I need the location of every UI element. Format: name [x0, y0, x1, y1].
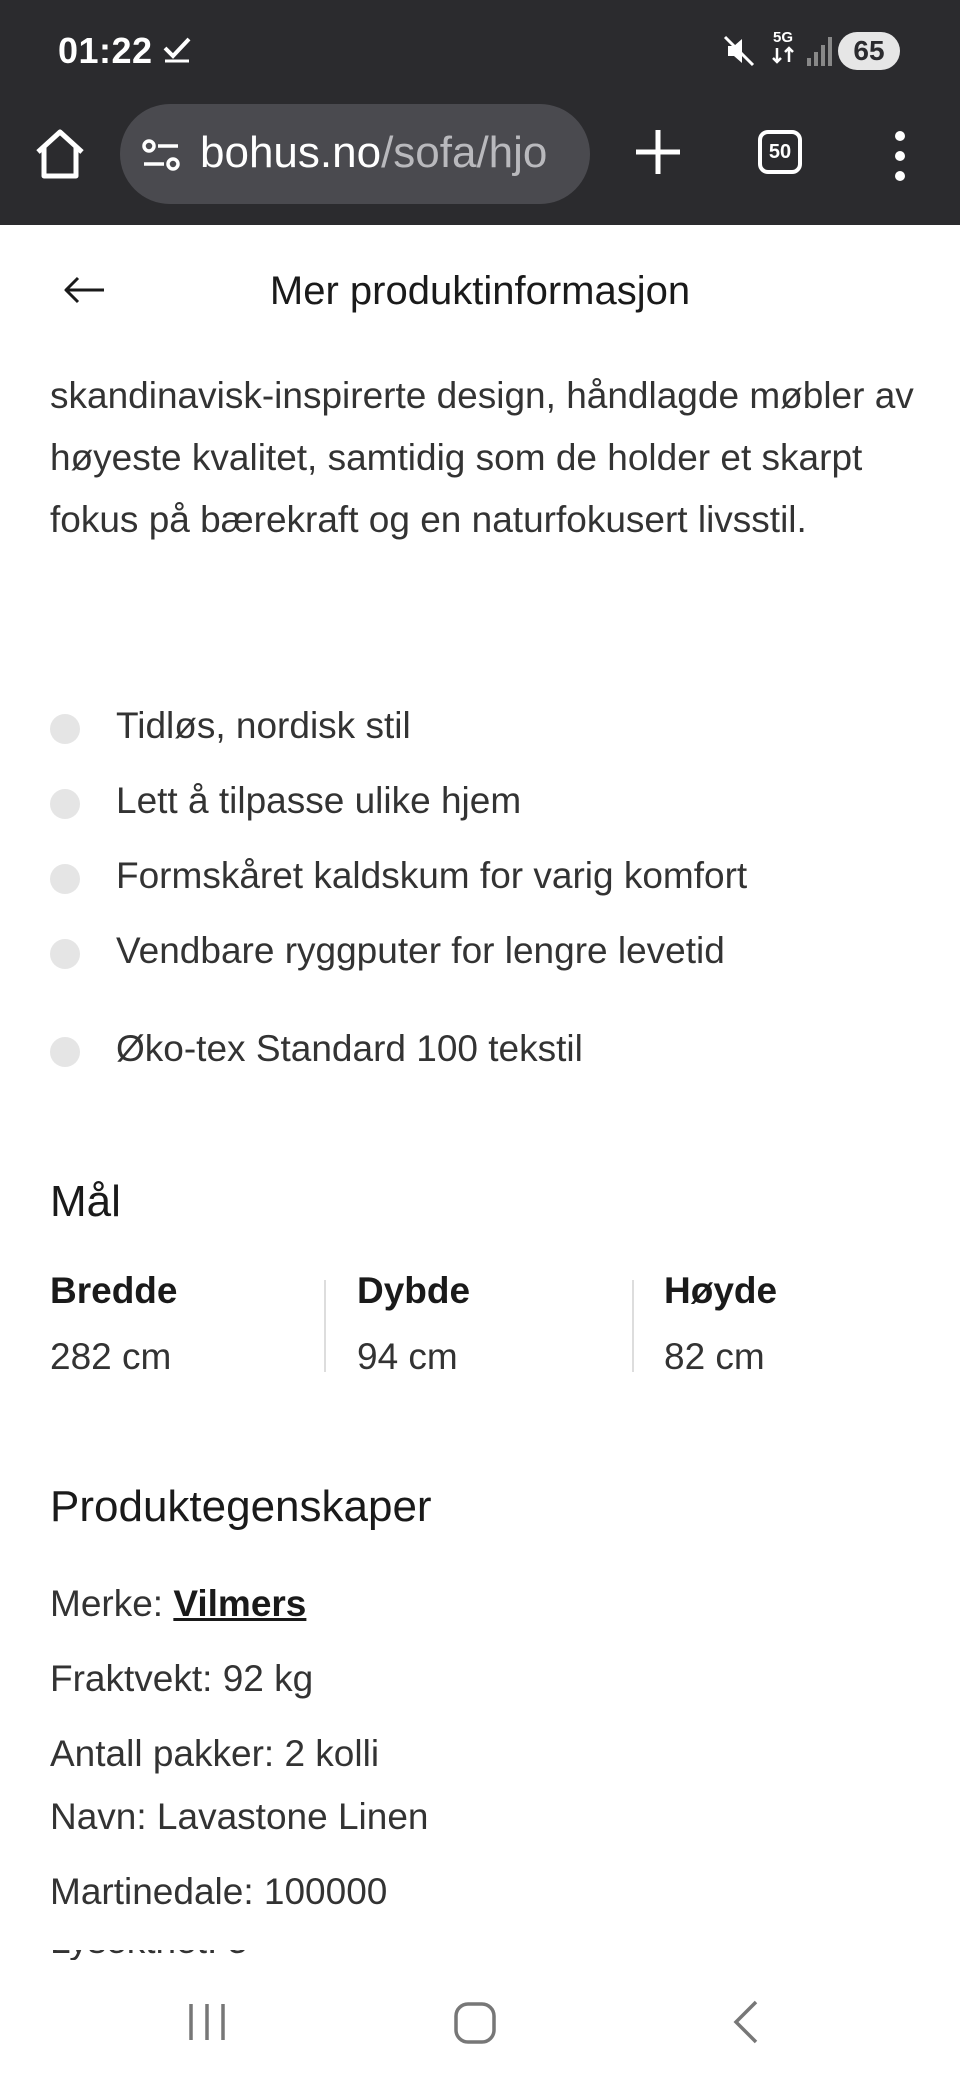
- page-header: Mer produktinformasjon: [0, 225, 960, 355]
- feature-text: Øko-tex Standard 100 tekstil: [116, 1028, 583, 1069]
- property-brand: Merke: Vilmers: [50, 1583, 306, 1625]
- feature-item: Tidløs, nordisk stil: [50, 695, 920, 755]
- check-icon: [162, 34, 192, 69]
- dimension-width: Bredde 282 cm: [50, 1270, 350, 1380]
- browser-chrome: 01:22 5G 65 bohus.no/sofa/hjo 50: [0, 0, 960, 225]
- feature-item: Formskåret kaldskum for varig komfort: [50, 845, 920, 905]
- bullet-icon: [50, 714, 80, 744]
- dimension-label: Bredde: [50, 1270, 178, 1311]
- feature-text: Lett å tilpasse ulike hjem: [116, 780, 522, 821]
- property-row: Navn: Lavastone Linen: [50, 1796, 429, 1837]
- dimension-height: Høyde 82 cm: [664, 1270, 960, 1380]
- plus-icon[interactable]: [630, 124, 686, 180]
- site-settings-icon[interactable]: [140, 134, 184, 183]
- feature-text: Formskåret kaldskum for varig komfort: [116, 855, 748, 896]
- dimensions-grid: Bredde 282 cm Dybde 94 cm Høyde 82 cm: [50, 1270, 920, 1380]
- intro-paragraph: skandinavisk-inspirerte design, håndlagd…: [50, 375, 914, 540]
- home-icon[interactable]: [30, 124, 90, 184]
- property-row: Fraktvekt: 92 kg: [50, 1658, 314, 1699]
- property-row: Antall pakker: 2 kolli: [50, 1733, 380, 1774]
- bullet-icon: [50, 789, 80, 819]
- dimensions-heading: Mål: [50, 1177, 121, 1226]
- dimension-label: Dybde: [357, 1270, 471, 1311]
- dimension-value: 94 cm: [357, 1336, 458, 1377]
- feature-item: Øko-tex Standard 100 tekstil: [50, 1018, 920, 1078]
- feature-text: Vendbare ryggputer for lengre levetid: [116, 930, 725, 971]
- back-nav-icon[interactable]: [726, 1998, 766, 2051]
- home-nav-icon[interactable]: [452, 2000, 498, 2051]
- browser-toolbar: bohus.no/sofa/hjo 50: [0, 100, 960, 225]
- mute-icon: [722, 34, 756, 73]
- dimension-depth: Dybde 94 cm: [357, 1270, 657, 1380]
- product-info-content: skandinavisk-inspirerte design, håndlagd…: [50, 365, 920, 1961]
- bullet-icon: [50, 1037, 80, 1067]
- bullet-icon: [50, 864, 80, 894]
- property-label: Merke:: [50, 1583, 174, 1624]
- url-domain: bohus.no: [200, 128, 382, 177]
- tab-switcher-button[interactable]: 50: [758, 130, 802, 174]
- page-title: Mer produktinformasjon: [269, 269, 691, 313]
- feature-item: Vendbare ryggputer for lengre levetid: [50, 920, 920, 980]
- battery-indicator: 65: [838, 32, 900, 70]
- bullet-icon: [50, 939, 80, 969]
- recent-apps-icon[interactable]: [185, 2000, 229, 2049]
- properties-heading: Produktegenskaper: [50, 1482, 432, 1531]
- address-bar[interactable]: bohus.no/sofa/hjo: [120, 104, 590, 204]
- feature-text: Tidløs, nordisk stil: [116, 705, 411, 746]
- brand-link[interactable]: Vilmers: [173, 1583, 306, 1624]
- dimension-label: Høyde: [664, 1270, 778, 1311]
- feature-item: Lett å tilpasse ulike hjem: [50, 770, 920, 830]
- divider: [632, 1280, 634, 1372]
- status-bar: 01:22 5G 65: [0, 0, 960, 100]
- divider: [324, 1280, 326, 1372]
- dimension-value: 282 cm: [50, 1336, 172, 1377]
- status-time: 01:22: [58, 30, 153, 71]
- system-navigation-bar: [0, 1960, 960, 2080]
- url-path: /sofa/hjo: [381, 128, 548, 177]
- network-5g-icon: 5G: [766, 30, 800, 72]
- network-label: 5G: [772, 29, 793, 46]
- more-menu-icon[interactable]: [880, 126, 920, 186]
- property-row: Martinedale: 100000: [50, 1871, 388, 1912]
- signal-icon: [806, 34, 832, 73]
- url-text[interactable]: bohus.no/sofa/hjo: [200, 128, 570, 178]
- dimension-value: 82 cm: [664, 1336, 765, 1377]
